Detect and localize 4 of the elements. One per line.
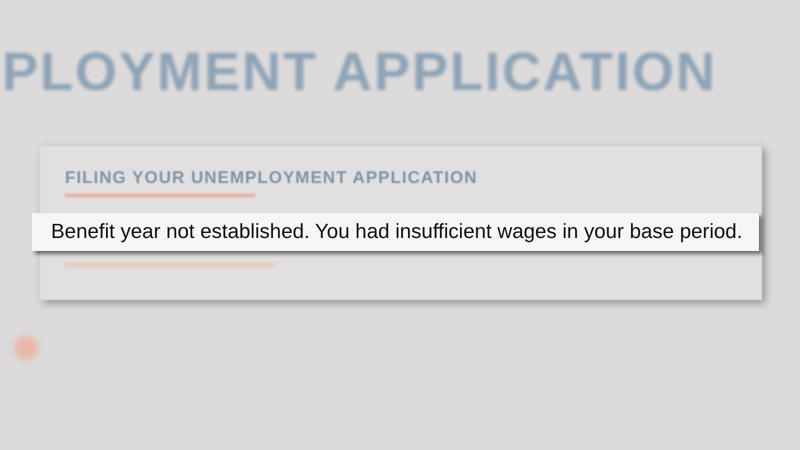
blurred-circle-icon: [14, 336, 38, 360]
notice-caption: Benefit year not established. You had insufficient wages in your base period.: [32, 213, 759, 251]
page-title: PLOYMENT APPLICATION: [1, 42, 718, 102]
card-heading: FILING YOUR UNEMPLOYMENT APPLICATION: [65, 168, 478, 188]
